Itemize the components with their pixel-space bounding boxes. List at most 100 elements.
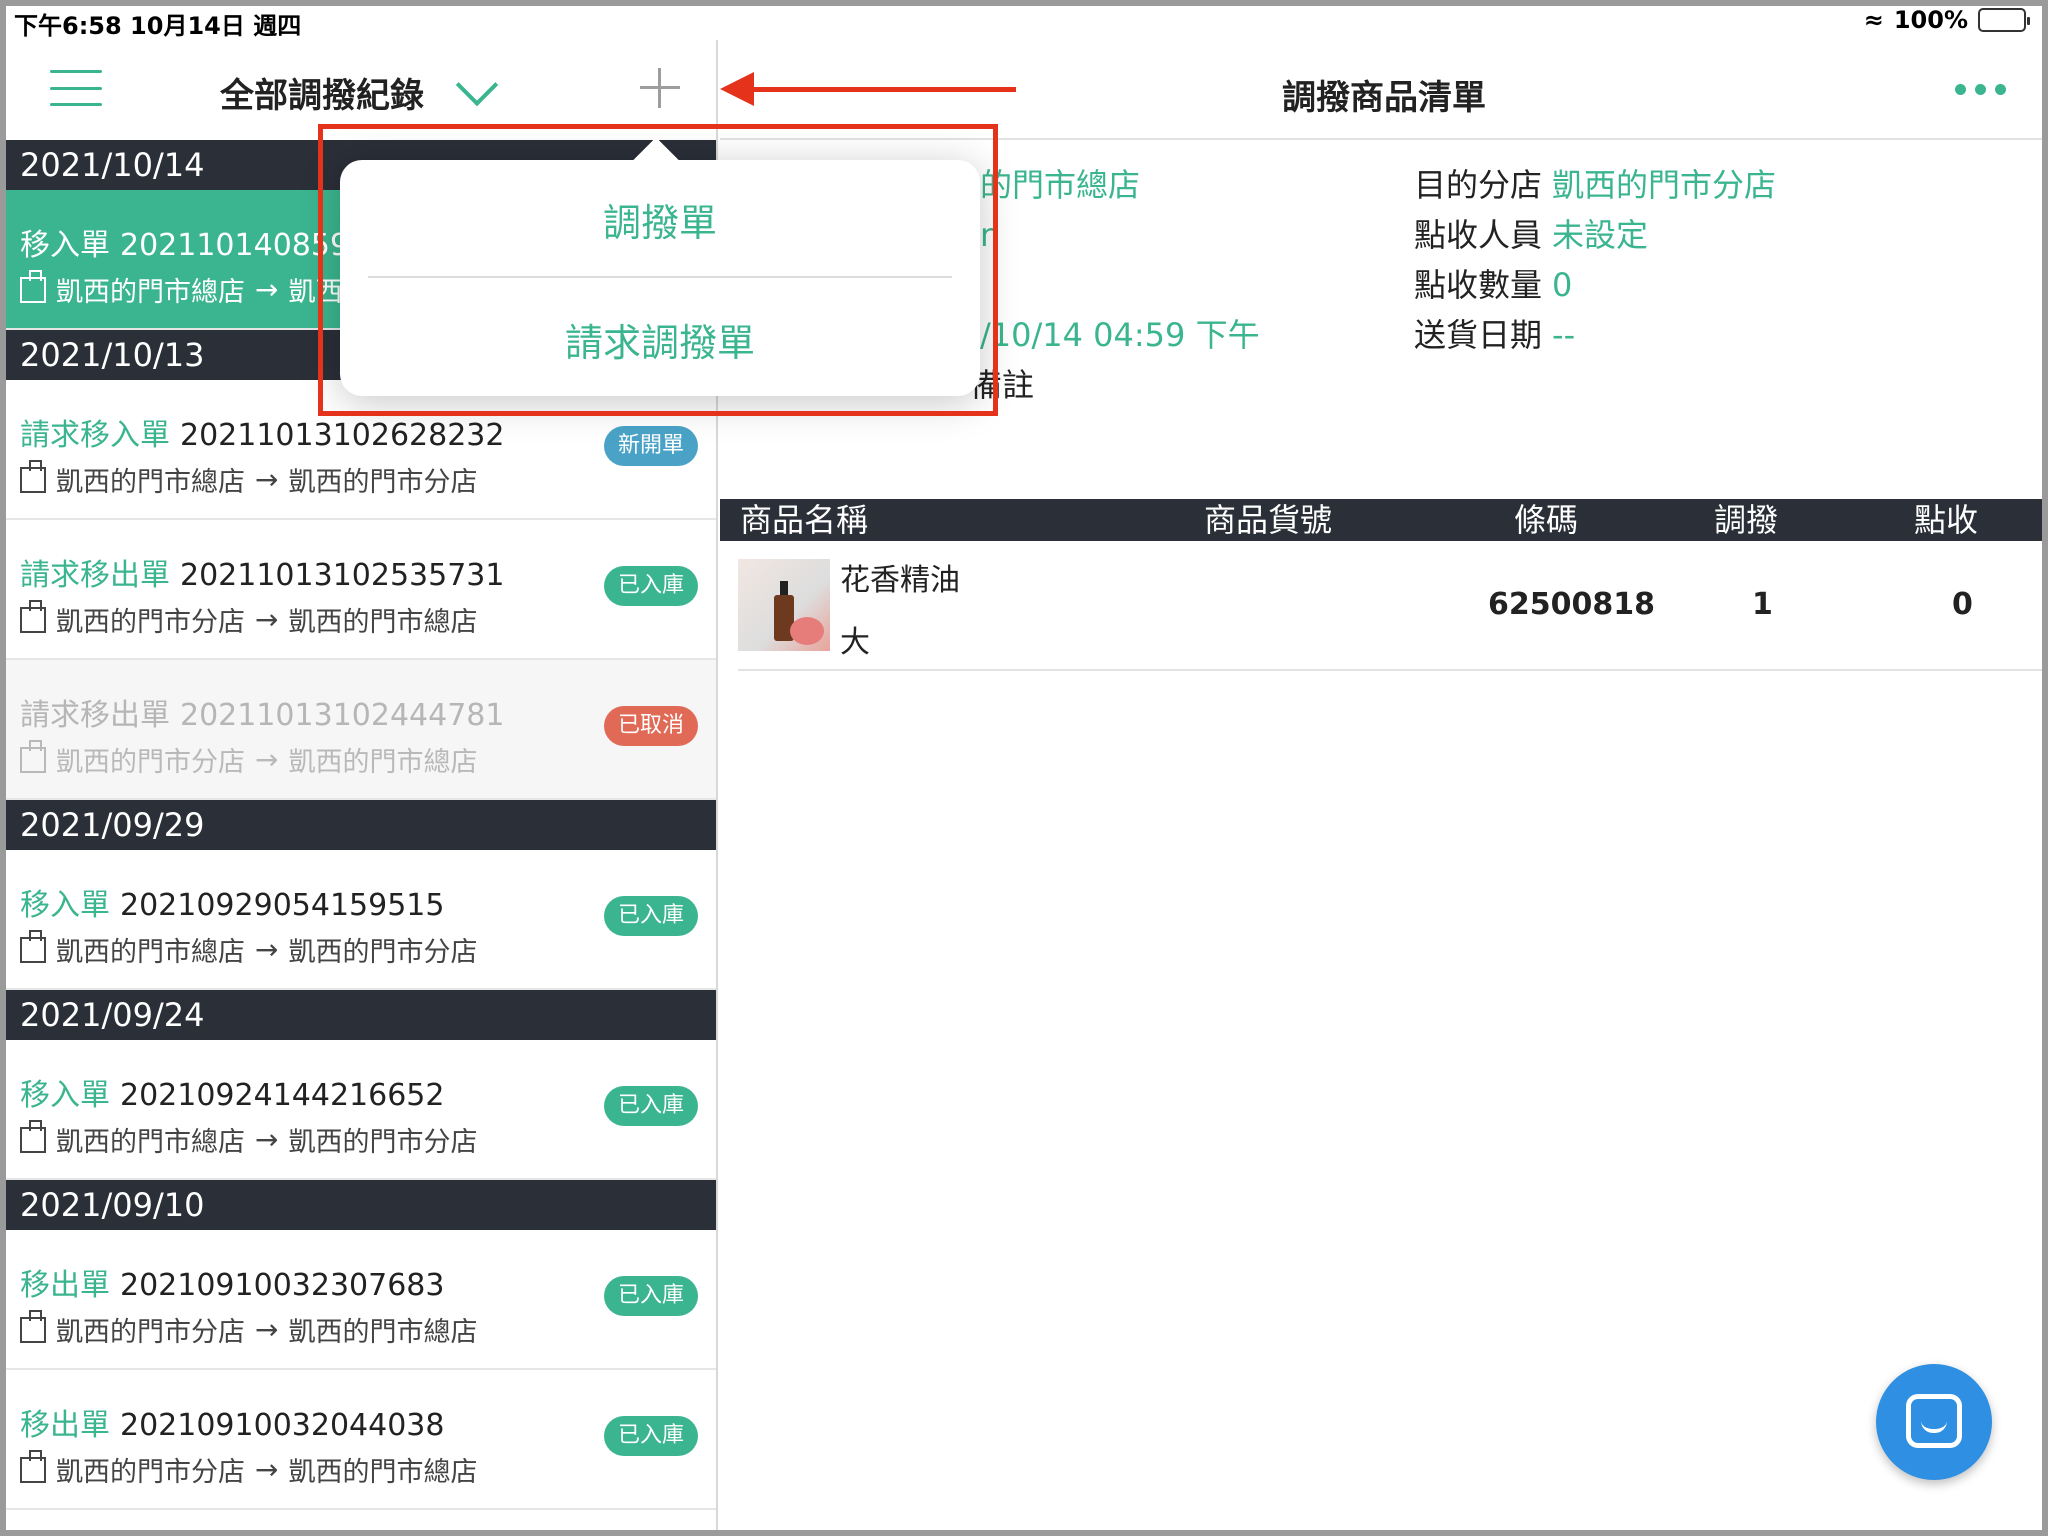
info-line: 送貨日期 --: [1414, 310, 1776, 360]
info-value: 凱西的門市分店: [1552, 166, 1777, 204]
order-type: 請求移入單: [20, 418, 170, 453]
red-arrow-icon: [720, 72, 1016, 106]
status-time-date: 下午6:58 10月14日 週四: [14, 12, 302, 40]
list-item[interactable]: 移入單 20210924144216652 凱西的門市總店 → 凱西的門市分店 已入庫: [0, 1040, 716, 1180]
order-title: 移入單 20210924144216652: [20, 1070, 444, 1114]
highlight-box: [318, 124, 998, 416]
to-store: 凱西的門市總店: [288, 1457, 478, 1488]
arrow-right-icon: →: [255, 1313, 279, 1346]
store-icon: [20, 739, 46, 773]
order-route: 凱西的門市總店 → 凱西的門市分店: [20, 459, 478, 499]
order-type: 移入單: [20, 228, 110, 263]
status-badge: 新開單: [603, 426, 698, 466]
store-icon: [20, 459, 46, 493]
list-item[interactable]: 移出單 20210910032307683 凱西的門市分店 → 凱西的門市總店 已入庫: [0, 1230, 716, 1370]
col-sku: 商品貨號: [1204, 501, 1333, 539]
to-store: 凱西的門市分店: [288, 1127, 478, 1158]
chat-button[interactable]: [1876, 1364, 1992, 1480]
arrow-right-icon: →: [255, 273, 279, 306]
from-store: 凱西的門市分店: [56, 1457, 245, 1488]
date-header: 2021/09/10: [0, 1180, 716, 1230]
col-barcode: 條碼: [1514, 501, 1579, 539]
status-badge: 已入庫: [603, 1086, 698, 1126]
add-icon[interactable]: [640, 68, 680, 108]
to-store: 凱西的門市總店: [288, 607, 478, 638]
product-thumbnail: [738, 559, 830, 651]
store-icon: [20, 1449, 46, 1483]
order-number: 20211013102535731: [180, 558, 505, 593]
order-route: 凱西的門市分店 → 凱西的門市總店: [20, 1449, 478, 1489]
order-route: 凱西的門市總店 → 凱西的門市分店: [20, 1119, 478, 1159]
from-store: 凱西的門市分店: [56, 1317, 245, 1348]
to-store: 凱西的門市總店: [288, 747, 478, 778]
date-header: 2021/09/29: [0, 800, 716, 850]
arrow-right-icon: →: [255, 1453, 279, 1486]
info-label: 送貨日期: [1414, 316, 1543, 354]
table-header: 商品名稱 商品貨號 條碼 調撥 點收: [720, 499, 2048, 541]
order-route: 凱西的門市分店 → 凱西的門市總店: [20, 1309, 478, 1349]
status-badge: 已入庫: [603, 1416, 698, 1456]
info-value: 的門市總店: [980, 166, 1141, 204]
info-label: 點收人員: [1414, 216, 1543, 254]
store-icon: [20, 1119, 46, 1153]
order-number: 20211013102628232: [180, 418, 505, 453]
info-line: 目的分店 凱西的門市分店: [1414, 160, 1776, 210]
to-store: 凱西的門市分店: [288, 467, 478, 498]
order-type: 移入單: [20, 1078, 110, 1113]
info-value: --: [1552, 316, 1576, 354]
order-title: 請求移入單 20211013102628232: [20, 410, 504, 454]
list-item[interactable]: 移出單 20210910032044038 凱西的門市分店 → 凱西的門市總店 已入庫: [0, 1370, 716, 1510]
arrow-right-icon: →: [255, 743, 279, 776]
status-right: ≈ 100%: [1863, 6, 2030, 34]
list-item[interactable]: 請求移出單 20211013102535731 凱西的門市分店 → 凱西的門市總店 已入庫: [0, 520, 716, 660]
order-title: 移出單 20210910032307683: [20, 1260, 444, 1304]
order-type: 請求移出單: [20, 698, 170, 733]
order-number: 20210910032044038: [120, 1408, 445, 1443]
product-transfer-qty: 1: [1752, 587, 1773, 622]
order-title: 移入單 20210929054159515: [20, 880, 444, 924]
arrow-right-icon: →: [255, 1123, 279, 1156]
order-route: 凱西的門市總店 → 凱西的門市分店: [20, 929, 477, 969]
store-icon: [20, 599, 46, 633]
store-icon: [20, 269, 46, 303]
order-route: 凱西的門市分店 → 凱西的門市總店: [20, 599, 478, 639]
info-line: 點收數量 0: [1414, 260, 1776, 310]
list-item[interactable]: 移入單 20210929054159515 凱西的門市總店 → 凱西的門市分店 已入庫: [0, 850, 716, 990]
status-bar: 下午6:58 10月14日 週四 ≈ 100%: [0, 0, 2048, 40]
product-received-qty: 0: [1952, 587, 1973, 622]
order-route: 凱西的門市分店 → 凱西的門市總店: [20, 739, 478, 779]
info-value: 0: [1552, 266, 1573, 304]
status-badge: 已入庫: [603, 1276, 698, 1316]
status-badge: 已入庫: [603, 566, 698, 606]
wifi-icon: ≈: [1863, 6, 1884, 34]
arrow-right-icon: →: [255, 463, 279, 496]
filter-dropdown[interactable]: 全部調撥紀錄: [220, 63, 499, 117]
from-store: 凱西的門市總店: [56, 277, 245, 308]
store-icon: [20, 929, 46, 963]
left-title: 全部調撥紀錄: [220, 76, 424, 116]
order-title: 請求移出單 20211013102535731: [20, 550, 504, 594]
arrow-right-icon: →: [255, 933, 279, 966]
from-store: 凱西的門市分店: [56, 747, 245, 778]
date-header: 2021/09/24: [0, 990, 716, 1040]
more-options-icon[interactable]: [1955, 84, 2006, 95]
table-row[interactable]: 花香精油 大 62500818 1 0: [738, 541, 2048, 671]
list-item[interactable]: 請求移出單 20211013102444781 凱西的門市分店 → 凱西的門市總店 已取消: [0, 660, 716, 800]
product-spec: 大: [840, 625, 870, 660]
order-type: 移出單: [20, 1408, 110, 1443]
info-label: 目的分店: [1414, 166, 1543, 204]
hamburger-menu-icon[interactable]: [50, 70, 102, 106]
chevron-down-icon: [455, 63, 499, 106]
info-right: 目的分店 凱西的門市分店 點收人員 未設定 點收數量 0 送貨日期 --: [1414, 160, 1776, 360]
order-number: 20210924144216652: [120, 1078, 445, 1113]
chat-icon: [1906, 1394, 1962, 1448]
to-store: 凱西的門市總店: [288, 1317, 478, 1348]
info-line: 的門市總店: [970, 160, 1260, 210]
order-type: 移出單: [20, 1268, 110, 1303]
from-store: 凱西的門市分店: [56, 607, 245, 638]
status-badge: 已入庫: [603, 896, 698, 936]
col-transfer: 調撥: [1714, 501, 1779, 539]
info-line: /10/14 04:59 下午: [970, 310, 1260, 360]
info-line: 備註: [970, 360, 1260, 410]
from-store: 凱西的門市總店: [56, 937, 245, 968]
